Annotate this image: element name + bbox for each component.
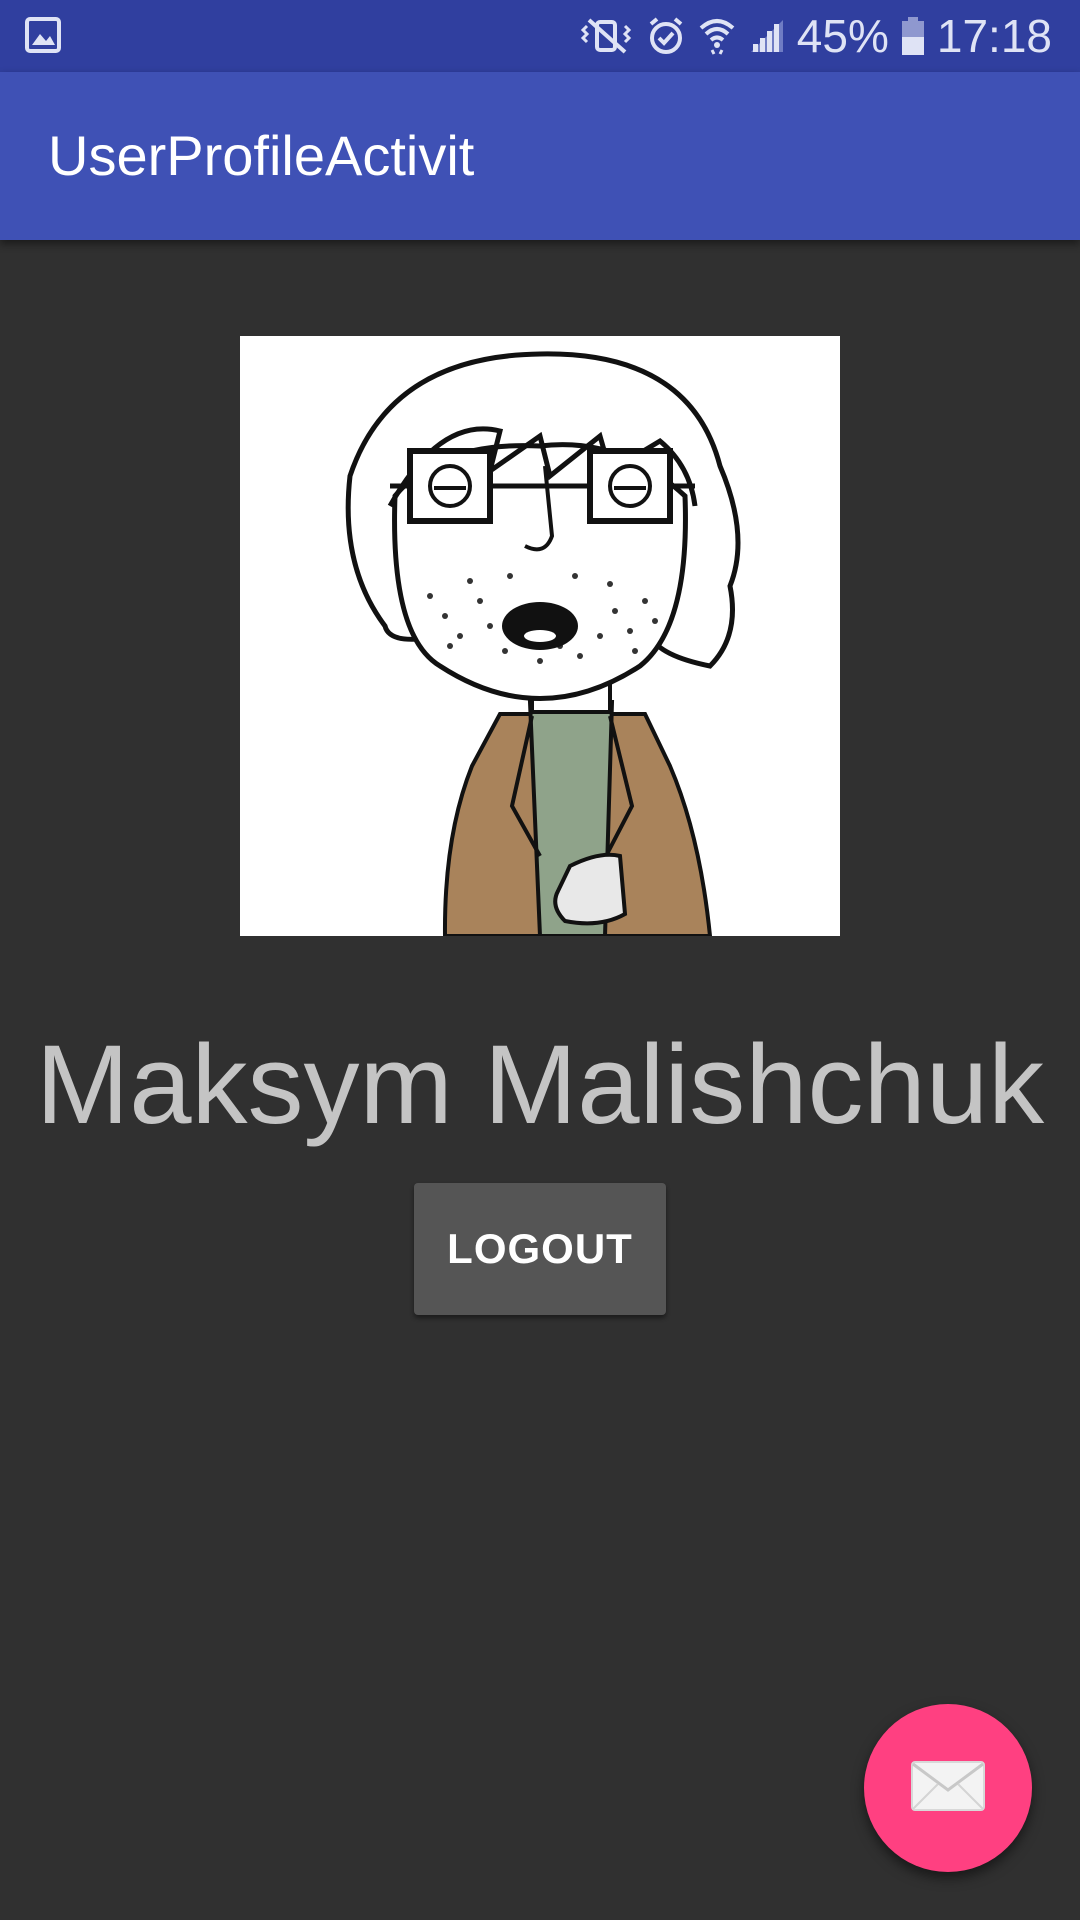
battery-percent: 45% [796,10,889,62]
profile-name: Maksym Malishchuk [35,1022,1045,1147]
vibrate-mute-icon [579,16,635,56]
mail-icon [910,1760,986,1817]
battery-icon [901,16,925,56]
app-bar: UserProfileActivit [0,72,1080,240]
status-time: 17:18 [936,10,1052,62]
status-icons: 45% 17:18 [579,0,1052,72]
mail-fab-button[interactable] [864,1704,1032,1872]
wifi-icon [697,16,737,56]
gallery-notification-icon [24,16,62,54]
alarm-icon [647,16,685,56]
logout-button[interactable]: LOGOUT [414,1183,666,1315]
user-avatar-image [240,336,840,936]
app-title: UserProfileActivit [48,124,475,187]
profile-screen: 45% 17:18 UserProfileActivit Maksym Mali… [0,0,1080,1920]
signal-icon [749,18,785,54]
status-bar: 45% 17:18 [0,0,1080,72]
